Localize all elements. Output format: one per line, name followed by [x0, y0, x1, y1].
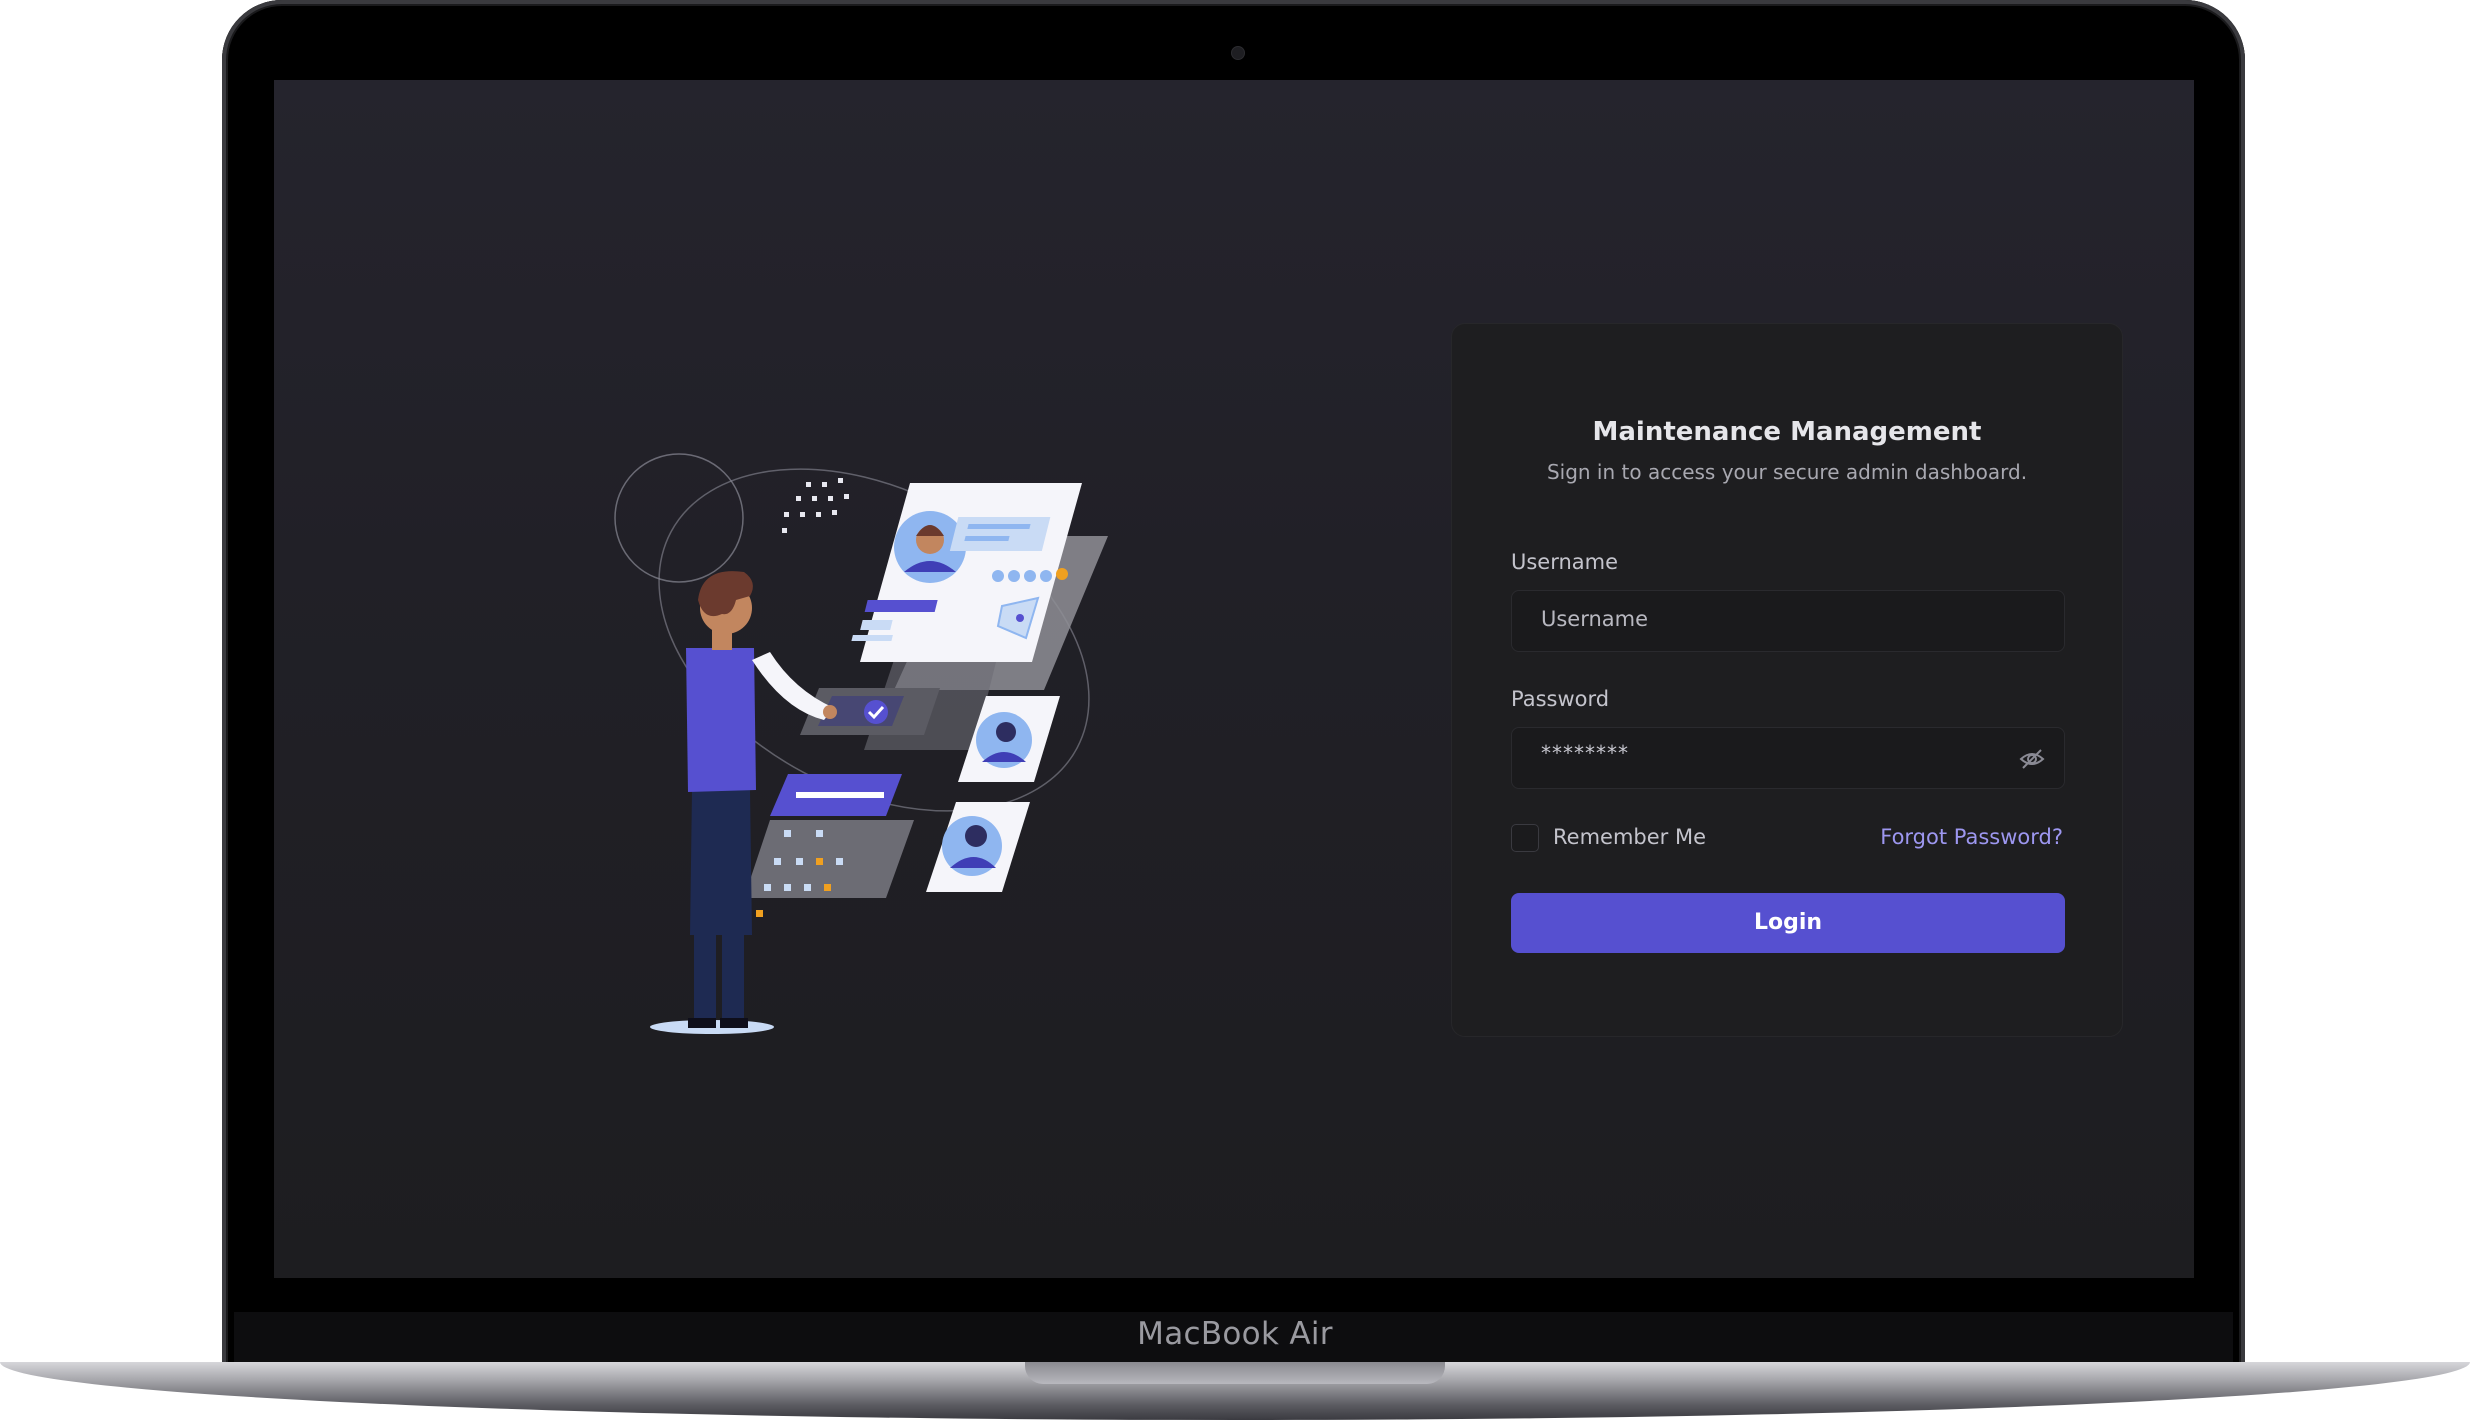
- username-placeholder: Username: [1541, 607, 1649, 631]
- device-brand-label: MacBook Air: [1137, 1316, 1333, 1352]
- remember-me-label[interactable]: Remember Me: [1553, 825, 1706, 849]
- login-subtitle: Sign in to access your secure admin dash…: [1546, 460, 2028, 484]
- password-value: ********: [1541, 741, 1629, 765]
- login-illustration: [614, 453, 1108, 1034]
- screen: Maintenance Management Sign in to access…: [274, 80, 2194, 1278]
- password-field[interactable]: ********: [1511, 727, 2065, 789]
- camera-dot: [1231, 46, 1245, 60]
- username-label: Username: [1511, 550, 1619, 574]
- eye-off-icon[interactable]: [2018, 745, 2046, 773]
- login-title: Maintenance Management: [1592, 417, 1982, 447]
- login-button[interactable]: Login: [1511, 893, 2065, 953]
- remember-me-checkbox[interactable]: [1511, 824, 1539, 852]
- username-field[interactable]: Username: [1511, 590, 2065, 652]
- laptop-hinge-notch: [1025, 1362, 1445, 1384]
- forgot-password-link[interactable]: Forgot Password?: [1880, 825, 2063, 849]
- login-card: Maintenance Management Sign in to access…: [1451, 323, 2123, 1037]
- password-label: Password: [1511, 687, 1610, 711]
